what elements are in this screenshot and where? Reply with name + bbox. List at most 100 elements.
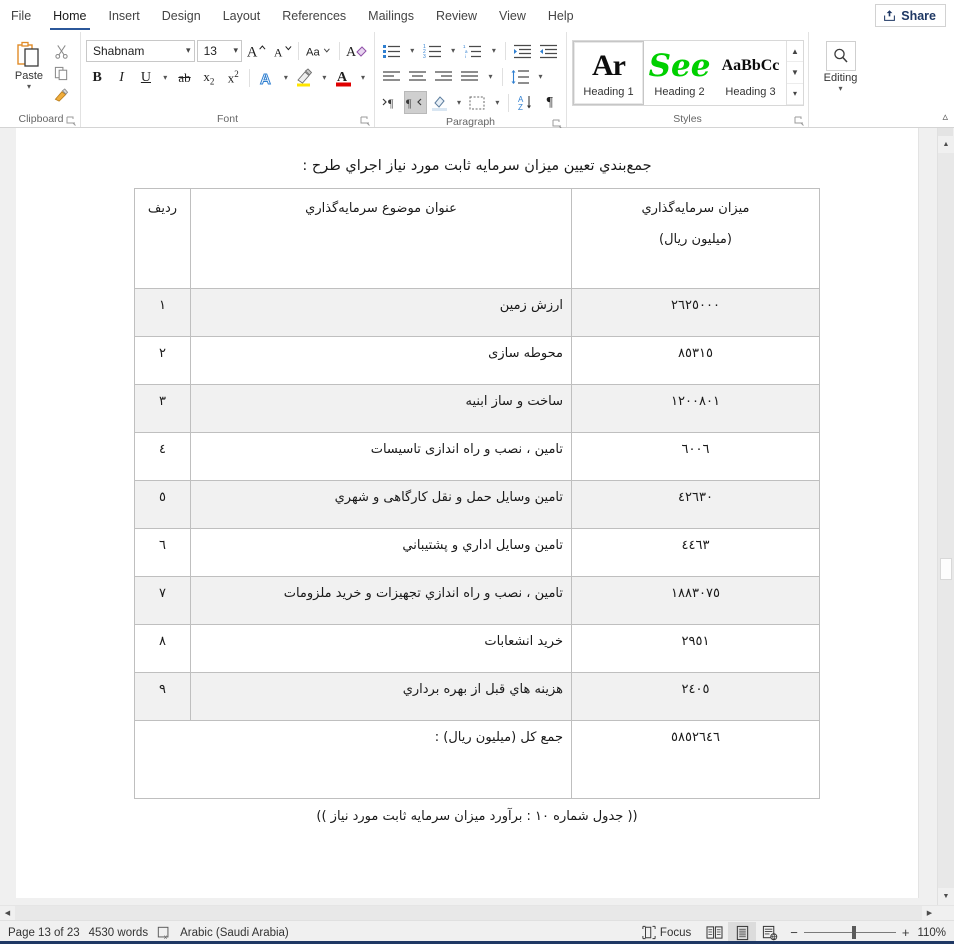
borders-chevron-down-icon[interactable]: ▾ [491,91,503,114]
font-dialog-launcher-icon[interactable] [360,116,370,126]
rtl-text-direction-icon[interactable]: ¶ [404,91,426,114]
cell-subject: تامين وسايل اداري و پشتيباني [191,529,572,577]
font-color-icon[interactable]: A [332,66,354,89]
zoom-out-button[interactable]: − [790,928,798,938]
vertical-scrollbar[interactable]: ▲ ▼ [937,128,954,905]
multilevel-chevron-down-icon[interactable]: ▾ [487,39,500,62]
scroll-up-icon[interactable]: ▲ [938,136,954,153]
grow-font-icon[interactable]: A [244,39,268,62]
line-spacing-icon[interactable] [508,65,532,88]
tab-layout[interactable]: Layout [212,0,272,32]
scroll-down-icon[interactable]: ▼ [938,888,954,905]
cut-icon[interactable] [51,42,71,61]
ltr-text-direction-icon[interactable]: ¶ [380,91,402,114]
editing-button[interactable]: Editing ▾ [814,36,867,93]
cell-amount: ١٢٠٠٨٠١ [572,385,820,433]
justify-chevron-down-icon[interactable]: ▾ [484,65,497,88]
tab-review[interactable]: Review [425,0,488,32]
style-heading-1[interactable]: Ar Heading 1 [573,41,644,105]
style-heading-3[interactable]: AaBbCc Heading 3 [715,41,786,105]
tab-file[interactable]: File [0,0,42,32]
scroll-thumb[interactable] [940,558,952,580]
font-size-value: 13 [204,44,217,58]
chevron-down-icon[interactable]: ▾ [182,45,191,56]
font-size-combo[interactable]: 13 ▾ [197,40,243,62]
italic-icon[interactable]: I [110,66,132,89]
multilevel-list-icon[interactable]: 1ai [462,39,486,62]
borders-icon[interactable] [467,91,489,114]
zoom-slider[interactable]: − + [784,928,909,938]
tab-design[interactable]: Design [151,0,212,32]
scroll-right-icon[interactable]: ▶ [922,906,937,920]
tab-help[interactable]: Help [537,0,585,32]
increase-indent-icon[interactable] [537,39,561,62]
chevron-down-icon[interactable]: ▾ [230,45,239,56]
text-effects-chevron-down-icon[interactable]: ▾ [280,66,292,89]
numbering-chevron-down-icon[interactable]: ▾ [447,39,460,62]
subscript-icon[interactable]: x2 [198,66,220,89]
highlight-chevron-down-icon[interactable]: ▾ [318,66,330,89]
zoom-level[interactable]: 110% [909,927,946,939]
tab-view[interactable]: View [488,0,537,32]
numbering-icon[interactable]: 123 [421,39,445,62]
zoom-thumb[interactable] [852,926,856,939]
word-count[interactable]: 4530 words [89,927,157,939]
scroll-left-icon[interactable]: ◀ [0,906,15,920]
clear-formatting-icon[interactable]: A [345,39,369,62]
scroll-up-icon[interactable]: ▲ [787,41,803,62]
styles-gallery[interactable]: Ar Heading 1 See Heading 2 AaBbCc Headin… [572,40,804,106]
text-effects-icon[interactable]: A [255,66,277,89]
tab-references[interactable]: References [271,0,357,32]
font-name-combo[interactable]: Shabnam ▾ [86,40,195,62]
decrease-indent-icon[interactable] [511,39,535,62]
bullets-chevron-down-icon[interactable]: ▾ [406,39,419,62]
scroll-track[interactable] [938,153,954,888]
strikethrough-icon[interactable]: ab [173,66,195,89]
more-styles-icon[interactable]: ▾ [787,84,803,105]
horizontal-scrollbar[interactable]: ◀ ▶ [0,905,954,920]
change-case-icon[interactable]: Aa [304,39,334,62]
underline-icon[interactable]: U [135,66,157,89]
zoom-in-button[interactable]: + [902,928,910,938]
style-heading-2[interactable]: See Heading 2 [644,41,715,105]
tab-mailings[interactable]: Mailings [357,0,425,32]
copy-icon[interactable] [51,64,71,83]
shrink-font-icon[interactable]: A [270,39,294,62]
shading-chevron-down-icon[interactable]: ▾ [453,91,465,114]
justify-icon[interactable] [458,65,482,88]
styles-gallery-scrollbar[interactable]: ▲ ▼ ▾ [786,41,803,105]
collapse-ribbon-icon[interactable]: ▵ [942,110,948,123]
align-right-icon[interactable] [432,65,456,88]
align-left-icon[interactable] [380,65,404,88]
shading-icon[interactable] [429,91,451,114]
font-color-chevron-down-icon[interactable]: ▾ [357,66,369,89]
line-spacing-chevron-down-icon[interactable]: ▾ [534,65,547,88]
tab-insert[interactable]: Insert [98,0,151,32]
format-painter-icon[interactable] [51,86,71,105]
styles-dialog-launcher-icon[interactable] [794,116,804,126]
page-indicator[interactable]: Page 13 of 23 [8,927,89,939]
chevron-down-icon[interactable]: ▾ [838,85,842,93]
focus-button[interactable]: Focus [642,925,700,940]
show-formatting-marks-icon[interactable]: ¶ [539,91,561,114]
paste-button[interactable]: Paste ▾ [7,38,51,105]
language-indicator[interactable]: Arabic (Saudi Arabia) [180,927,298,939]
text-highlight-color-icon[interactable] [294,66,316,89]
split-handle[interactable] [938,128,953,136]
bold-icon[interactable]: B [86,66,108,89]
tab-home[interactable]: Home [42,0,97,32]
center-icon[interactable] [406,65,430,88]
tab-label: File [11,9,31,23]
clipboard-dialog-launcher-icon[interactable] [66,116,76,126]
underline-chevron-down-icon[interactable]: ▾ [159,66,171,89]
bullets-icon[interactable] [380,39,404,62]
document-page[interactable]: جمع‌بندي تعيين ميزان سرمايه ثابت مورد ني… [16,128,919,898]
scroll-track-horizontal[interactable] [15,906,922,920]
superscript-icon[interactable]: x2 [222,66,244,89]
sort-icon[interactable]: AZ [514,91,536,114]
scroll-down-icon[interactable]: ▼ [787,62,803,83]
chevron-down-icon[interactable]: ▾ [27,83,31,91]
zoom-track[interactable] [804,932,896,933]
share-button[interactable]: Share [875,4,946,27]
spelling-check-icon[interactable]: x [157,926,180,940]
